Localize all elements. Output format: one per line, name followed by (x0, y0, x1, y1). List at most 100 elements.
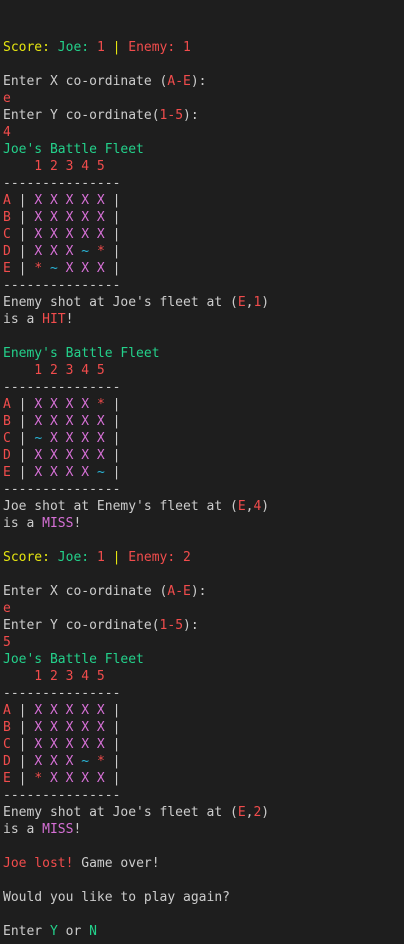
terminal-line: Enter Y co-ordinate(1-5): (3, 107, 404, 124)
terminal-line: --------------- (3, 787, 404, 804)
terminal-text: 1-5 (159, 618, 184, 633)
terminal-text: | (104, 448, 121, 463)
terminal-window[interactable]: Score: Joe: 1 | Enemy: 1 Enter X co-ordin… (0, 0, 404, 944)
terminal-text: A (3, 703, 11, 718)
terminal-text: | (10, 448, 35, 463)
terminal-text: is a (3, 822, 43, 837)
terminal-text: X X X X X (34, 737, 105, 752)
terminal-text: | (10, 193, 35, 208)
terminal-text: --------------- (3, 278, 121, 293)
terminal-line: --------------- (3, 175, 404, 192)
terminal-line: A | X X X X X | (3, 192, 404, 209)
terminal-text: | (10, 414, 35, 429)
terminal-text: | (104, 414, 121, 429)
terminal-text: | (104, 703, 121, 718)
terminal-text: D (3, 754, 11, 769)
terminal-text: Score: (3, 550, 58, 565)
terminal-line: D | X X X X X | (3, 447, 404, 464)
terminal-text: ): (190, 74, 207, 89)
terminal-text: ~ (81, 754, 90, 769)
terminal-line: e (3, 600, 404, 617)
terminal-text: * (34, 261, 43, 276)
terminal-line: Enemy shot at Joe's fleet at (E,1) (3, 294, 404, 311)
terminal-text: | (10, 210, 35, 225)
terminal-text: E (3, 465, 11, 480)
terminal-text: 1 2 3 4 5 (3, 159, 105, 174)
terminal-text: E (3, 261, 11, 276)
terminal-text: N (89, 924, 97, 939)
terminal-text: | (104, 40, 129, 55)
terminal-text: Enemy shot at Joe's fleet at ( (3, 295, 238, 310)
terminal-text: ) (261, 805, 270, 820)
terminal-line: D | X X X ~ * | (3, 753, 404, 770)
terminal-text: 1-5 (159, 108, 184, 123)
terminal-text: ! (65, 312, 74, 327)
terminal-text: X X X X X (34, 210, 105, 225)
terminal-text: | (10, 261, 35, 276)
terminal-line: is a HIT! (3, 311, 404, 328)
terminal-line: Enemy shot at Joe's fleet at (E,2) (3, 804, 404, 821)
terminal-text: ~ (81, 244, 90, 259)
terminal-text: Score: (3, 40, 58, 55)
terminal-line: Enter Y or N (3, 923, 404, 940)
terminal-text: X X X (34, 754, 82, 769)
terminal-line: --------------- (3, 481, 404, 498)
terminal-text: HIT (42, 312, 66, 327)
terminal-line: A | X X X X * | (3, 396, 404, 413)
terminal-text: | (10, 754, 35, 769)
terminal-line: is a MISS! (3, 821, 404, 838)
terminal-line: 4 (3, 124, 404, 141)
terminal-text: is a (3, 516, 43, 531)
terminal-text: Enter Y co-ordinate( (3, 108, 160, 123)
terminal-text: MISS (42, 516, 74, 531)
terminal-text: X X X X (42, 431, 105, 446)
terminal-line: e (3, 90, 404, 107)
terminal-text: X X X X X (34, 703, 105, 718)
terminal-text: | (104, 193, 121, 208)
terminal-line: C | X X X X X | (3, 226, 404, 243)
terminal-text: 4 (3, 125, 11, 140)
terminal-text: | (10, 771, 35, 786)
terminal-text: or (57, 924, 90, 939)
terminal-text: Joe's Battle Fleet (3, 142, 144, 157)
terminal-text: Joe's Battle Fleet (3, 652, 144, 667)
terminal-line: --------------- (3, 379, 404, 396)
terminal-text: E (237, 805, 246, 820)
terminal-line: 1 2 3 4 5 (3, 158, 404, 175)
terminal-text: X X X X (34, 397, 97, 412)
terminal-text: --------------- (3, 788, 121, 803)
terminal-text: Enemy shot at Joe's fleet at ( (3, 805, 238, 820)
terminal-text: ~ (34, 431, 43, 446)
terminal-line: E | X X X X ~ | (3, 464, 404, 481)
terminal-output: Score: Joe: 1 | Enemy: 1 Enter X co-ordin… (3, 39, 404, 940)
terminal-text: ): (183, 108, 199, 123)
terminal-text: A (3, 193, 11, 208)
terminal-text: B (3, 720, 11, 735)
terminal-line: Joe's Battle Fleet (3, 141, 404, 158)
terminal-text: ) (261, 295, 270, 310)
terminal-text: 1 (183, 40, 191, 55)
terminal-line: Score: Joe: 1 | Enemy: 1 (3, 39, 404, 56)
terminal-text: ): (183, 618, 199, 633)
terminal-text: | (10, 737, 35, 752)
terminal-line: Joe's Battle Fleet (3, 651, 404, 668)
terminal-text: Joe: (57, 40, 97, 55)
terminal-line: Enter X co-ordinate (A-E): (3, 583, 404, 600)
terminal-text: 2 (183, 550, 191, 565)
terminal-text: | (104, 550, 129, 565)
terminal-text: | (10, 227, 35, 242)
terminal-line: Score: Joe: 1 | Enemy: 2 (3, 549, 404, 566)
terminal-line: E | * X X X X | (3, 770, 404, 787)
terminal-text: Enter X co-ordinate ( (3, 74, 168, 89)
terminal-line: 1 2 3 4 5 (3, 668, 404, 685)
terminal-text: Joe: (57, 550, 97, 565)
terminal-text: 1 (96, 40, 105, 55)
terminal-text: A-E (167, 74, 191, 89)
